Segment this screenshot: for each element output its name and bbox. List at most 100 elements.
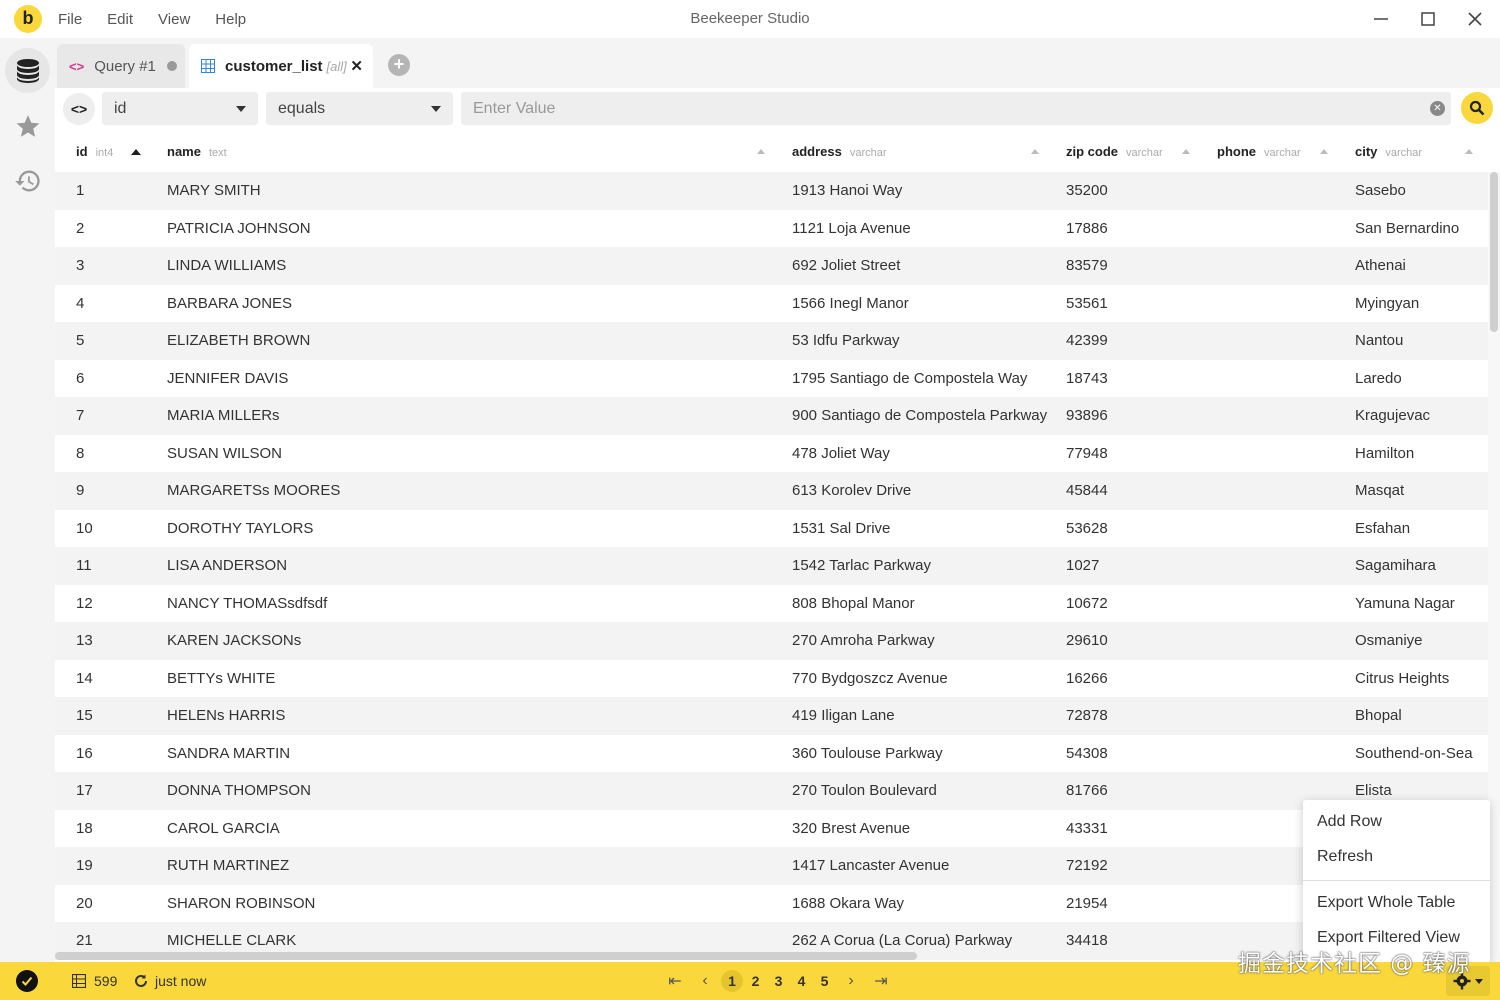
table-row[interactable]: 4 BARBARA JONES 1566 Inegl Manor 53561 Mying… [55, 284, 1488, 323]
cell-name[interactable]: MARGARETSs MOORES [167, 472, 340, 510]
cell-id[interactable]: 12 [76, 585, 93, 623]
cell-name[interactable]: NANCY THOMASsdfsdf [167, 585, 327, 623]
cell-address[interactable]: 1417 Lancaster Avenue [792, 847, 949, 885]
cell-city[interactable]: San Bernardino [1355, 210, 1459, 248]
cell-id[interactable]: 11 [76, 547, 92, 585]
cell-id[interactable]: 3 [76, 247, 84, 285]
page-5-button[interactable]: 5 [813, 973, 836, 989]
table-row[interactable]: 9 MARGARETSs MOORES 613 Korolev Drive 45844… [55, 472, 1488, 510]
cell-id[interactable]: 10 [76, 510, 93, 548]
table-row[interactable]: 11 LISA ANDERSON 1542 Tarlac Parkway 1027 Sa… [55, 547, 1488, 585]
cell-zip-code[interactable]: 16266 [1066, 660, 1108, 698]
menu-item-export-whole-table[interactable]: Export Whole Table [1303, 886, 1490, 920]
cell-address[interactable]: 270 Amroha Parkway [792, 622, 935, 660]
table-row[interactable]: 8 SUSAN WILSON 478 Joliet Way 77948 Hamilton [55, 434, 1488, 473]
cell-id[interactable]: 14 [76, 660, 93, 698]
cell-zip-code[interactable]: 43331 [1066, 810, 1108, 848]
cell-city[interactable]: Laredo [1355, 360, 1402, 398]
cell-zip-code[interactable]: 72192 [1066, 847, 1108, 885]
minimize-button[interactable] [1358, 0, 1404, 38]
cell-city[interactable]: Athenai [1355, 247, 1406, 285]
cell-id[interactable]: 9 [76, 472, 84, 510]
sort-icon[interactable] [1031, 149, 1039, 154]
column-header-name[interactable]: name text [167, 132, 227, 172]
column-header-city[interactable]: city varchar [1355, 132, 1422, 172]
cell-id[interactable]: 20 [76, 885, 93, 923]
cell-zip-code[interactable]: 72878 [1066, 697, 1108, 735]
cell-zip-code[interactable]: 29610 [1066, 622, 1108, 660]
cell-zip-code[interactable]: 53628 [1066, 510, 1108, 548]
cell-address[interactable]: 1531 Sal Drive [792, 510, 890, 548]
cell-address[interactable]: 1688 Okara Way [792, 885, 904, 923]
cell-city[interactable]: Hamilton [1355, 435, 1414, 473]
cell-name[interactable]: SANDRA MARTIN [167, 735, 290, 773]
table-row[interactable]: 19 RUTH MARTINEZ 1417 Lancaster Avenue 7219… [55, 847, 1488, 885]
sort-icon[interactable] [1320, 149, 1328, 154]
table-row[interactable]: 17 DONNA THOMPSON 270 Toulon Boulevard 8176… [55, 772, 1488, 810]
cell-name[interactable]: BETTYs WHITE [167, 660, 275, 698]
page-4-button[interactable]: 4 [790, 973, 813, 989]
cell-address[interactable]: 478 Joliet Way [792, 435, 890, 473]
clear-filter-icon[interactable]: ✕ [1430, 101, 1445, 116]
cell-address[interactable]: 320 Brest Avenue [792, 810, 910, 848]
column-header-zip-code[interactable]: zip code varchar [1066, 132, 1163, 172]
maximize-button[interactable] [1405, 0, 1451, 38]
table-row[interactable]: 13 KAREN JACKSONs 270 Amroha Parkway 29610 O… [55, 622, 1488, 660]
cell-address[interactable]: 1566 Inegl Manor [792, 285, 909, 323]
cell-name[interactable]: MARIA MILLERs [167, 397, 280, 435]
column-header-phone[interactable]: phone varchar [1217, 132, 1301, 172]
table-row[interactable]: 3 LINDA WILLIAMS 692 Joliet Street 83579 Ath… [55, 247, 1488, 285]
cell-zip-code[interactable]: 83579 [1066, 247, 1108, 285]
cell-address[interactable]: 53 Idfu Parkway [792, 322, 900, 360]
sort-icon[interactable] [1182, 149, 1190, 154]
table-row[interactable]: 20 SHARON ROBINSON 1688 Okara Way 21954 [55, 884, 1488, 923]
cell-zip-code[interactable]: 21954 [1066, 885, 1108, 923]
cell-id[interactable]: 8 [76, 435, 84, 473]
column-header-id[interactable]: id int4 [76, 132, 113, 172]
cell-city[interactable]: Esfahan [1355, 510, 1410, 548]
cell-address[interactable]: 770 Bydgoszcz Avenue [792, 660, 948, 698]
cell-name[interactable]: MARY SMITH [167, 172, 261, 210]
menu-view[interactable]: View [158, 11, 190, 28]
cell-city[interactable]: Citrus Heights [1355, 660, 1449, 698]
cell-address[interactable]: 419 Iligan Lane [792, 697, 895, 735]
sort-asc-icon[interactable] [131, 149, 141, 155]
cell-city[interactable]: Kragujevac [1355, 397, 1430, 435]
cell-city[interactable]: Myingyan [1355, 285, 1419, 323]
cell-zip-code[interactable]: 77948 [1066, 435, 1108, 473]
column-header-address[interactable]: address varchar [792, 132, 887, 172]
cell-zip-code[interactable]: 42399 [1066, 322, 1108, 360]
cell-city[interactable]: Sasebo [1355, 172, 1406, 210]
cell-city[interactable]: Sagamihara [1355, 547, 1436, 585]
table-row[interactable]: 16 SANDRA MARTIN 360 Toulouse Parkway 54308… [55, 734, 1488, 773]
connection-status-button[interactable] [16, 970, 38, 992]
cell-address[interactable]: 900 Santiago de Compostela Parkway [792, 397, 1047, 435]
cell-city[interactable]: Southend-on-Sea [1355, 735, 1473, 773]
cell-id[interactable]: 18 [76, 810, 93, 848]
cell-name[interactable]: SUSAN WILSON [167, 435, 282, 473]
filter-column-select[interactable]: id [102, 92, 258, 125]
cell-address[interactable]: 613 Korolev Drive [792, 472, 911, 510]
cell-address[interactable]: 1542 Tarlac Parkway [792, 547, 931, 585]
table-row[interactable]: 12 NANCY THOMASsdfsdf 808 Bhopal Manor 1067… [55, 584, 1488, 623]
cell-zip-code[interactable]: 81766 [1066, 772, 1108, 810]
cell-zip-code[interactable]: 53561 [1066, 285, 1108, 323]
cell-city[interactable]: Osmaniye [1355, 622, 1423, 660]
close-window-button[interactable] [1452, 0, 1498, 38]
menu-edit[interactable]: Edit [107, 11, 133, 28]
cell-address[interactable]: 270 Toulon Boulevard [792, 772, 937, 810]
cell-address[interactable]: 360 Toulouse Parkway [792, 735, 943, 773]
cell-zip-code[interactable]: 17886 [1066, 210, 1108, 248]
tab-customer-list[interactable]: customer_list [all] ✕ [189, 44, 373, 88]
table-row[interactable]: 6 JENNIFER DAVIS 1795 Santiago de Composte… [55, 359, 1488, 398]
page-3-button[interactable]: 3 [767, 973, 790, 989]
new-tab-button[interactable]: + [388, 54, 410, 76]
table-row[interactable]: 14 BETTYs WHITE 770 Bydgoszcz Avenue 16266 C… [55, 659, 1488, 698]
table-row[interactable]: 10 DOROTHY TAYLORS 1531 Sal Drive 53628 Esfa… [55, 509, 1488, 548]
cell-id[interactable]: 17 [76, 772, 93, 810]
page-1-button[interactable]: 1 [721, 970, 743, 992]
table-row[interactable]: 7 MARIA MILLERs 900 Santiago de Compostela… [55, 397, 1488, 435]
refresh-status-button[interactable]: just now [133, 962, 206, 1000]
cell-name[interactable]: PATRICIA JOHNSON [167, 210, 311, 248]
page-2-button[interactable]: 2 [744, 973, 767, 989]
